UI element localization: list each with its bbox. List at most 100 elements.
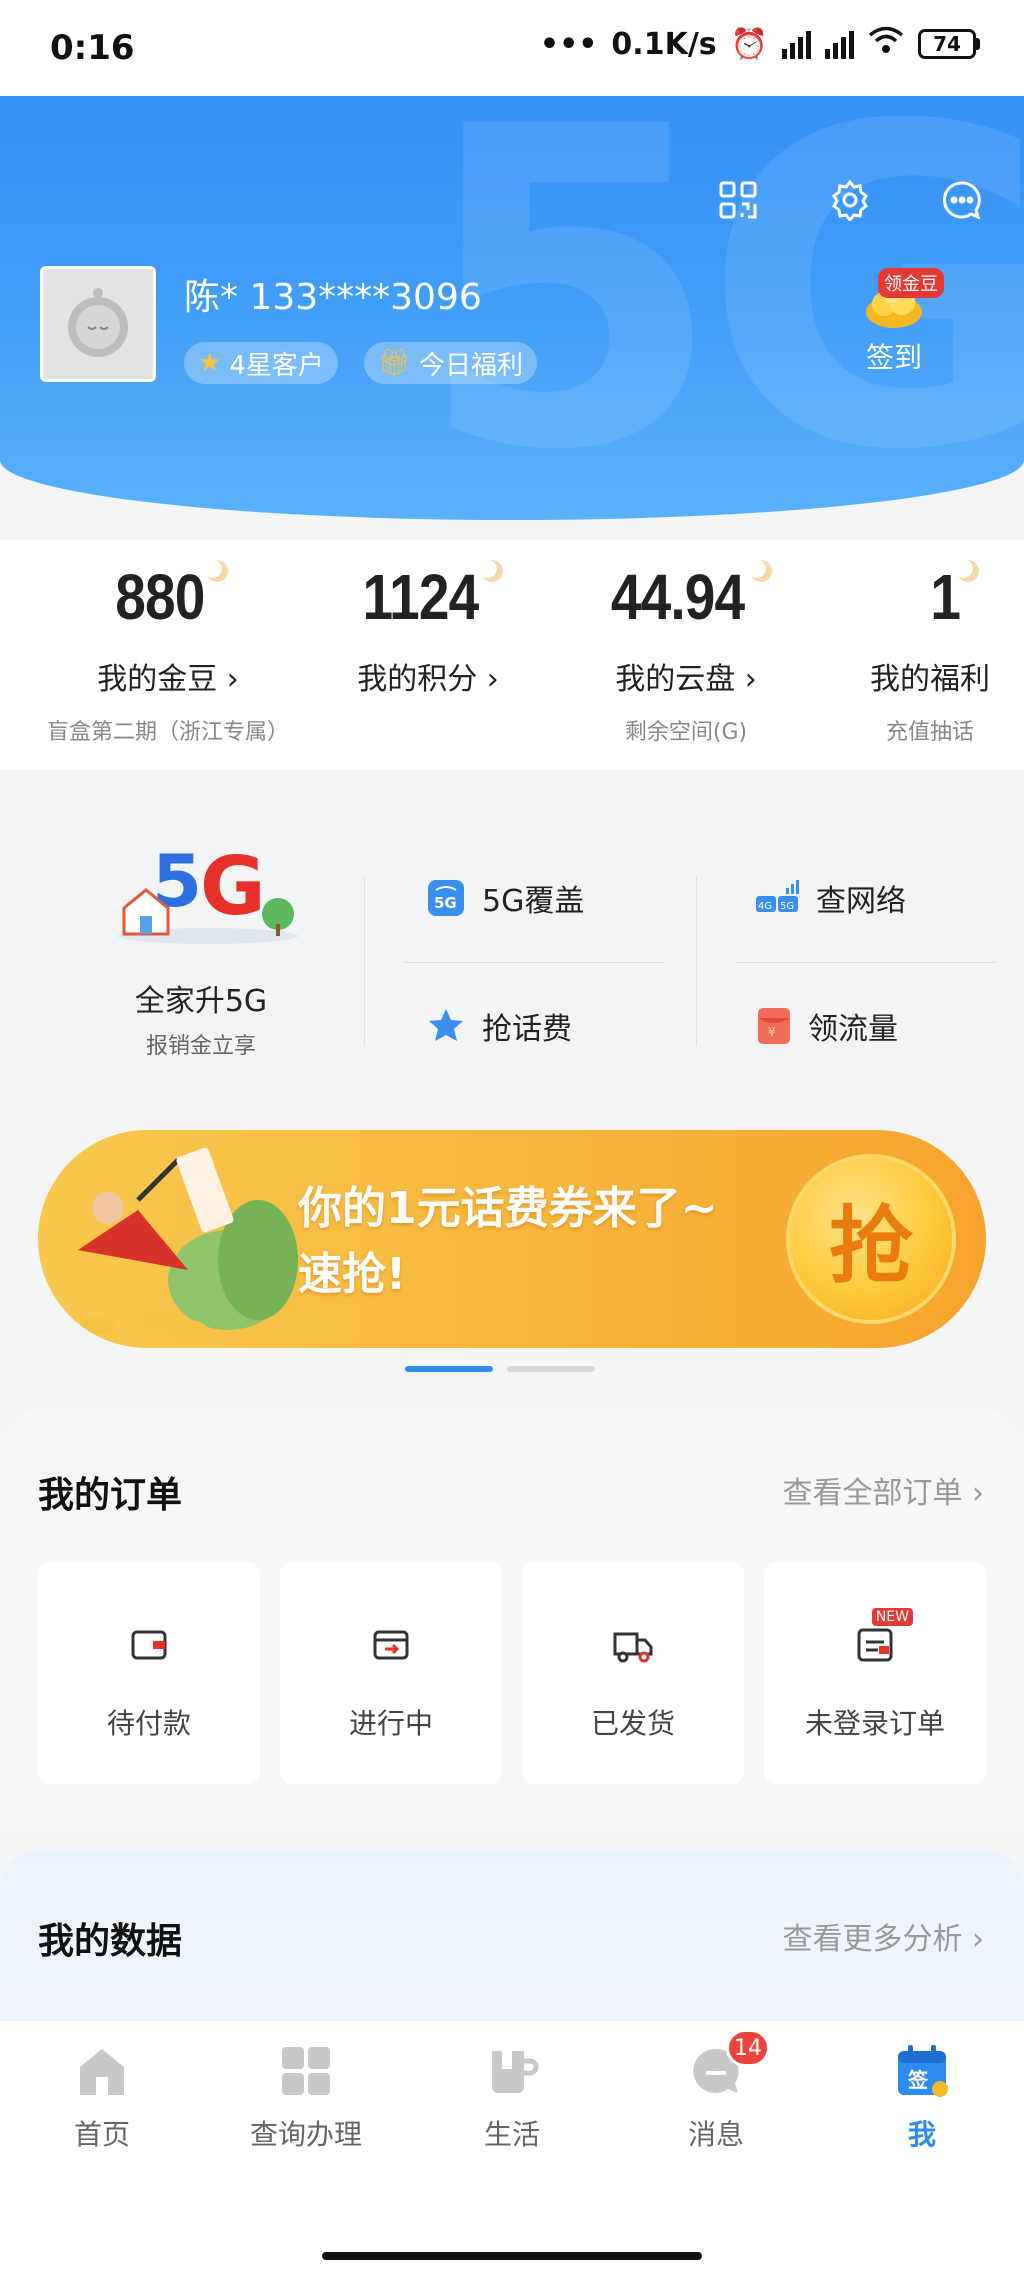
- orders-title: 我的订单: [38, 1475, 183, 1516]
- user-name: 陈* 133****3096: [184, 277, 482, 318]
- stat-gold-beans[interactable]: 880 我的金豆 › 盲盒第二期（浙江专属）: [38, 560, 298, 746]
- order-in-progress[interactable]: 进行中: [280, 1562, 502, 1784]
- truck-icon: [613, 1632, 653, 1663]
- promo-subtitle: 报销金立享: [145, 1034, 256, 1059]
- banner-line1: 你的1元话费券来了~: [298, 1183, 718, 1234]
- stat-value: 44.94: [611, 561, 745, 633]
- orders-section: 我的订单 查看全部订单 › 待付款 进行中 已发货 NEW 未登录订单: [0, 1410, 1024, 1830]
- service-panel: 5 G 全家升5G 报销金立享 5G 5G覆盖 4G 5G 查网络 抢话费 ¥ 领…: [38, 836, 1024, 1090]
- promo-title: 全家升5G: [134, 984, 268, 1019]
- unread-badge: 14: [726, 2029, 770, 2067]
- stats-row: 880 我的金豆 › 盲盒第二期（浙江专属） 1124 我的积分 › 44.94…: [0, 540, 1024, 770]
- stat-sub: 充值抽话: [886, 720, 975, 745]
- network-check-icon: 4G 5G: [756, 880, 799, 912]
- stat-value: 1: [930, 561, 961, 633]
- order-pending-payment[interactable]: 待付款: [38, 1562, 260, 1784]
- family-5g-promo[interactable]: 5 G 全家升5G 报销金立享: [38, 836, 364, 1090]
- network-speed: 0.1K/s: [611, 26, 717, 62]
- order-label: 未登录订单: [804, 1707, 945, 1740]
- qr-code-icon[interactable]: [714, 176, 762, 224]
- calendar-sign-icon: 签: [898, 2045, 948, 2097]
- order-label: 已发货: [590, 1707, 675, 1740]
- new-tag: NEW: [871, 1608, 913, 1626]
- wifi-icon: [868, 26, 904, 62]
- tab-label: 我: [907, 2118, 936, 2151]
- gold-bean-tag: 领金豆: [878, 268, 944, 298]
- svg-text:5G: 5G: [780, 901, 794, 912]
- battery-level: 74: [918, 29, 976, 59]
- daily-welfare-badge[interactable]: 🎁︎ 今日福利: [364, 342, 538, 384]
- stat-value: 880: [115, 561, 205, 633]
- svg-text:¥: ¥: [768, 1025, 776, 1039]
- stat-label: 我的福利: [870, 662, 990, 697]
- tab-label: 首页: [73, 2118, 130, 2151]
- my-data-title: 我的数据: [38, 1921, 183, 1962]
- signal-icon: [782, 29, 811, 59]
- daily-welfare-label: 今日福利: [419, 350, 524, 381]
- gear-icon[interactable]: [826, 176, 874, 224]
- bottom-tab-bar: 首页 查询办理 生活 14 消息 签 我: [0, 2020, 1024, 2276]
- cup-icon: [492, 2051, 539, 2093]
- tab-label: 消息: [687, 2118, 744, 2151]
- order-not-logged-in[interactable]: NEW 未登录订单: [764, 1562, 986, 1784]
- order-label: 进行中: [348, 1707, 433, 1740]
- 5g-house-illustration: 5 G: [118, 839, 298, 944]
- message-icon[interactable]: [938, 176, 986, 224]
- home-icon: [80, 2049, 124, 2095]
- running-person-illustration: [78, 1147, 298, 1336]
- star-level-badge[interactable]: ★ 4星客户: [184, 342, 338, 384]
- tab-home[interactable]: 首页: [2, 2043, 202, 2153]
- banner-line2: 速抢!: [298, 1249, 407, 1300]
- svg-text:G: G: [200, 840, 266, 933]
- wallet-icon: [131, 1630, 167, 1660]
- stat-welfare[interactable]: 1 我的福利 充值抽话: [844, 560, 1024, 746]
- carousel-indicator: [405, 1366, 595, 1372]
- view-all-orders-link[interactable]: 查看全部订单 ›: [782, 1468, 984, 1512]
- get-data-label: 领流量: [808, 1012, 898, 1047]
- star-level-label: 4星客户: [229, 350, 324, 381]
- more-dots-icon: •••: [539, 26, 598, 62]
- tab-label: 查询办理: [249, 2118, 362, 2151]
- stat-cloud-disk[interactable]: 44.94 我的云盘 › 剩余空间(G): [556, 560, 816, 746]
- battery-icon: 74: [918, 29, 980, 59]
- status-bar: 0:16 ••• 0.1K/s ⏰ 74: [0, 0, 1024, 96]
- tab-label: 生活: [483, 2118, 540, 2151]
- check-network-label: 查网络: [816, 884, 906, 919]
- 5g-coverage-item[interactable]: 5G 5G覆盖: [426, 876, 584, 920]
- tab-life[interactable]: 生活: [412, 2043, 612, 2153]
- stat-sub: 剩余空间(G): [624, 720, 748, 745]
- status-time: 0:16: [50, 28, 135, 68]
- star-icon: [429, 1009, 463, 1041]
- sign-in-label: 签到: [865, 341, 922, 374]
- 5g-coverage-icon: 5G: [428, 880, 464, 916]
- avatar[interactable]: [40, 266, 156, 382]
- svg-text:4G: 4G: [758, 901, 772, 912]
- stat-value: 1124: [362, 561, 479, 633]
- get-data-item[interactable]: ¥ 领流量: [756, 1004, 898, 1048]
- tab-me[interactable]: 签 我: [822, 2043, 1022, 2153]
- card-transfer-icon: [373, 1630, 409, 1660]
- grab-phone-fee-label: 抢话费: [482, 1012, 572, 1047]
- coupon-banner[interactable]: 你的1元话费券来了~ 速抢! 抢: [38, 1130, 986, 1348]
- stat-points[interactable]: 1124 我的积分 ›: [298, 560, 558, 714]
- stat-label: 我的积分 ›: [357, 662, 499, 697]
- svg-text:签: 签: [907, 2068, 929, 2092]
- grid-icon: [282, 2047, 330, 2095]
- stat-label: 我的云盘 ›: [615, 662, 757, 697]
- tab-messages[interactable]: 14 消息: [616, 2029, 816, 2153]
- svg-text:5G: 5G: [434, 894, 457, 912]
- star-icon: ★: [198, 348, 222, 378]
- order-label: 待付款: [106, 1707, 191, 1740]
- sign-in-button[interactable]: 领金豆 签到: [844, 268, 944, 376]
- alarm-icon: ⏰: [730, 26, 768, 62]
- stat-label: 我的金豆 ›: [97, 662, 239, 697]
- stat-sub: 盲盒第二期（浙江专属）: [46, 720, 289, 745]
- grab-button[interactable]: 抢: [786, 1154, 956, 1324]
- view-more-analysis-link[interactable]: 查看更多分析 ›: [782, 1914, 984, 1958]
- check-network-item[interactable]: 4G 5G 查网络: [754, 876, 906, 920]
- tab-query[interactable]: 查询办理: [206, 2043, 406, 2153]
- grab-phone-fee-item[interactable]: 抢话费: [426, 1004, 572, 1048]
- 5g-coverage-label: 5G覆盖: [482, 884, 585, 919]
- signal-icon: [825, 29, 854, 59]
- order-shipped[interactable]: 已发货: [522, 1562, 744, 1784]
